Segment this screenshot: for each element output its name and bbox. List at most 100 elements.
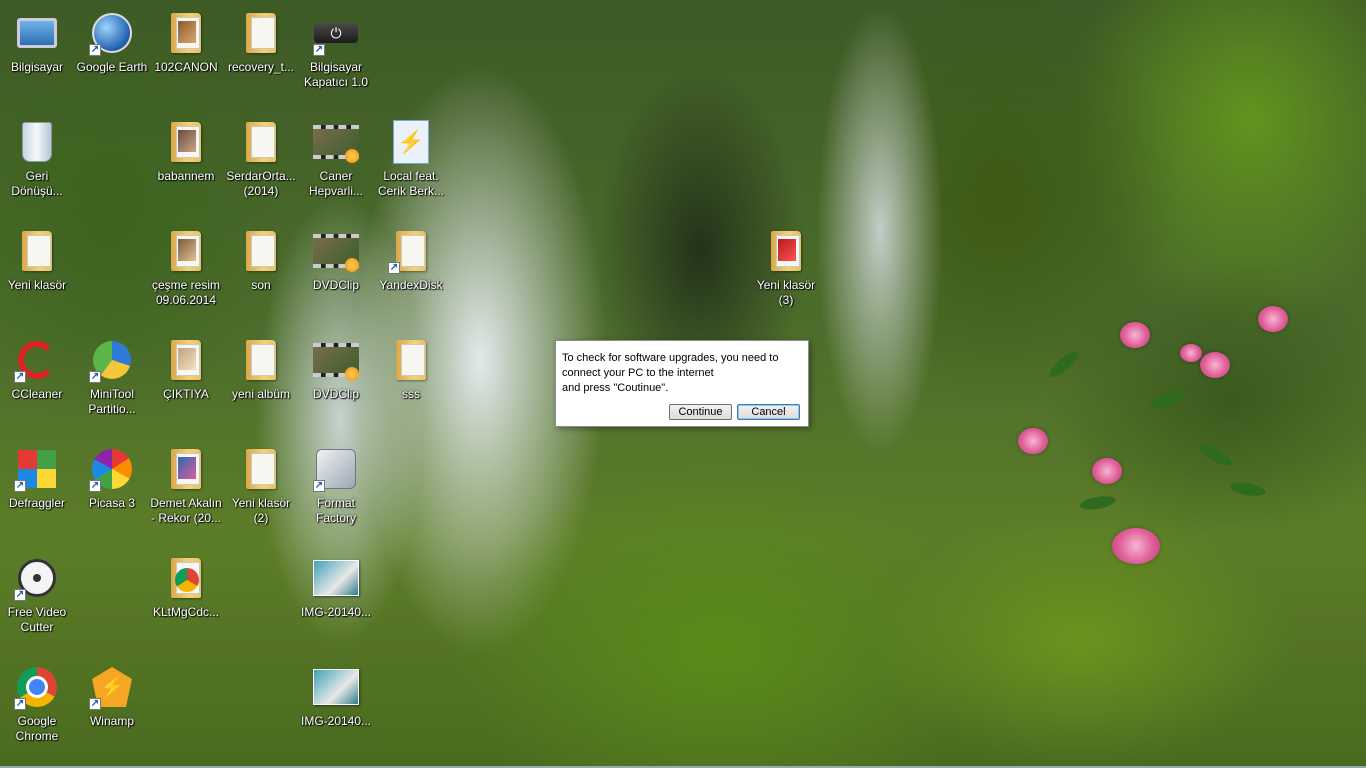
shortcut-arrow-icon: ↗ xyxy=(14,698,26,710)
icon-label: CCleaner xyxy=(11,387,63,401)
icon-label: babannem xyxy=(157,169,215,183)
desktop-icon-defraggler[interactable]: ↗ Defraggler xyxy=(0,440,74,540)
folder-icon xyxy=(14,228,60,274)
flower xyxy=(1092,458,1122,484)
shortcut-arrow-icon: ↗ xyxy=(89,480,101,492)
continue-button[interactable]: Continue xyxy=(669,404,732,420)
folder-icon xyxy=(163,119,209,165)
shortcut-arrow-icon: ↗ xyxy=(89,44,101,56)
desktop-icon-minitool[interactable]: ↗ MiniTool Partitio... xyxy=(75,331,149,431)
desktop-icon-son[interactable]: son xyxy=(224,222,298,322)
shortcut-arrow-icon: ↗ xyxy=(89,371,101,383)
icon-label: IMG-20140... xyxy=(300,605,372,619)
desktop-icon-yeni-klasor[interactable]: Yeni klasör xyxy=(0,222,74,322)
media-file-icon: ⚡ xyxy=(388,119,434,165)
desktop-icon-cesme-resim[interactable]: çeşme resim 09.06.2014 xyxy=(149,222,223,322)
icon-label: Caner Hepvarli... xyxy=(308,169,364,198)
shortcut-arrow-icon: ↗ xyxy=(313,480,325,492)
video-file-icon xyxy=(313,228,359,274)
icon-label: MiniTool Partitio... xyxy=(88,387,136,416)
recycle-bin-icon xyxy=(14,119,60,165)
icon-label: Bilgisayar Kapatıcı 1.0 xyxy=(303,60,369,89)
desktop-icon-bilgisayar[interactable]: Bilgisayar xyxy=(0,4,74,104)
desktop-icon-format-factory[interactable]: ↗ Format Factory xyxy=(299,440,373,540)
folder-icon xyxy=(163,228,209,274)
leaf xyxy=(1147,388,1186,412)
flower xyxy=(1200,352,1230,378)
icon-label: 102CANON xyxy=(154,60,218,74)
video-file-icon xyxy=(313,119,359,165)
shortcut-arrow-icon: ↗ xyxy=(313,44,325,56)
desktop-icon-local-feat[interactable]: ⚡ Local feat. Cerik Berk... xyxy=(374,113,448,213)
desktop-icon-recycle-bin[interactable]: Geri Dönüşü... xyxy=(0,113,74,213)
icon-label: DVDClip xyxy=(312,278,359,292)
folder-icon xyxy=(163,10,209,56)
desktop-icon-yandexdisk[interactable]: ↗ YandexDisk xyxy=(374,222,448,322)
shortcut-arrow-icon: ↗ xyxy=(14,480,26,492)
icon-label: Yeni klasör xyxy=(7,278,67,292)
flower xyxy=(1018,428,1048,454)
dialog-message: To check for software upgrades, you need… xyxy=(562,352,779,394)
icon-label: Local feat. Cerik Berk... xyxy=(377,169,444,198)
folder-icon xyxy=(163,337,209,383)
desktop-icon-img-1[interactable]: IMG-20140... xyxy=(299,549,373,649)
desktop-icon-sss[interactable]: sss xyxy=(374,331,448,431)
desktop-icon-dvdclip-1[interactable]: DVDClip xyxy=(299,222,373,322)
folder-icon xyxy=(163,446,209,492)
icon-label: Winamp xyxy=(89,714,134,728)
desktop-icon-yeni-klasor-3[interactable]: Yeni klasör (3) xyxy=(749,222,823,322)
desktop-icon-yeni-album[interactable]: yeni albüm xyxy=(224,331,298,431)
desktop-icon-ccleaner[interactable]: ↗ CCleaner xyxy=(0,331,74,431)
icon-label: Yeni klasör (3) xyxy=(756,278,816,307)
desktop-icon-serdarortac[interactable]: SerdarOrta... (2014) xyxy=(224,113,298,213)
defraggler-icon: ↗ xyxy=(14,446,60,492)
desktop-icon-picasa[interactable]: ↗ Picasa 3 xyxy=(75,440,149,540)
shortcut-arrow-icon: ↗ xyxy=(14,589,26,601)
icon-label: SerdarOrta... (2014) xyxy=(226,169,296,198)
icon-label: yeni albüm xyxy=(231,387,291,401)
icon-label: çeşme resim 09.06.2014 xyxy=(151,278,220,307)
video-file-icon xyxy=(313,337,359,383)
flower xyxy=(1180,344,1202,362)
desktop-icon-102canon[interactable]: 102CANON xyxy=(149,4,223,104)
desktop-icon-bilgisayar-kapatici[interactable]: ⏻ ↗ Bilgisayar Kapatıcı 1.0 xyxy=(299,4,373,104)
desktop-icon-ciktiya[interactable]: ÇIKTIYA xyxy=(149,331,223,431)
leaf xyxy=(1228,480,1267,499)
minitool-icon: ↗ xyxy=(89,337,135,383)
image-file-icon xyxy=(313,555,359,601)
leaf xyxy=(1046,348,1082,381)
shortcut-arrow-icon: ↗ xyxy=(89,698,101,710)
chrome-icon: ↗ xyxy=(14,664,60,710)
desktop-icon-babannem[interactable]: babannem xyxy=(149,113,223,213)
desktop-icon-img-2[interactable]: IMG-20140... xyxy=(299,658,373,758)
shortcut-arrow-icon: ↗ xyxy=(388,262,400,274)
desktop-icon-caner-hepvarli[interactable]: Caner Hepvarli... xyxy=(299,113,373,213)
desktop-icon-dvdclip-2[interactable]: DVDClip xyxy=(299,331,373,431)
desktop-icon-winamp[interactable]: ↗ Winamp xyxy=(75,658,149,758)
icon-label: son xyxy=(251,278,271,292)
desktop-icon-google-chrome[interactable]: ↗ Google Chrome xyxy=(0,658,74,758)
desktop-icon-free-video-cutter[interactable]: ↗ Free Video Cutter xyxy=(0,549,74,649)
desktop-icon-recovery[interactable]: recovery_t... xyxy=(224,4,298,104)
flower xyxy=(1120,322,1150,348)
desktop-icon-demet-akalin[interactable]: Demet Akalın - Rekor (20... xyxy=(149,440,223,540)
icon-label: Format Factory xyxy=(315,496,356,525)
cancel-button[interactable]: Cancel xyxy=(737,404,800,420)
desktop-icon-kltmgcdc[interactable]: KLtMgCdc... xyxy=(149,549,223,649)
desktop-icon-yeni-klasor-2[interactable]: Yeni klasör (2) xyxy=(224,440,298,540)
icon-label: Google Earth xyxy=(76,60,148,74)
desktop-icon-google-earth[interactable]: ↗ Google Earth xyxy=(75,4,149,104)
folder-icon xyxy=(763,228,809,274)
google-earth-icon: ↗ xyxy=(89,10,135,56)
icon-label: YandexDisk xyxy=(379,278,443,292)
flower xyxy=(1112,528,1160,564)
folder-icon xyxy=(238,446,284,492)
icon-label: Google Chrome xyxy=(15,714,59,743)
upgrade-dialog: To check for software upgrades, you need… xyxy=(555,340,809,427)
power-icon: ⏻ ↗ xyxy=(313,10,359,56)
folder-icon xyxy=(388,337,434,383)
leaf xyxy=(1078,493,1117,512)
folder-icon xyxy=(238,10,284,56)
picasa-icon: ↗ xyxy=(89,446,135,492)
icon-label: recovery_t... xyxy=(227,60,295,74)
